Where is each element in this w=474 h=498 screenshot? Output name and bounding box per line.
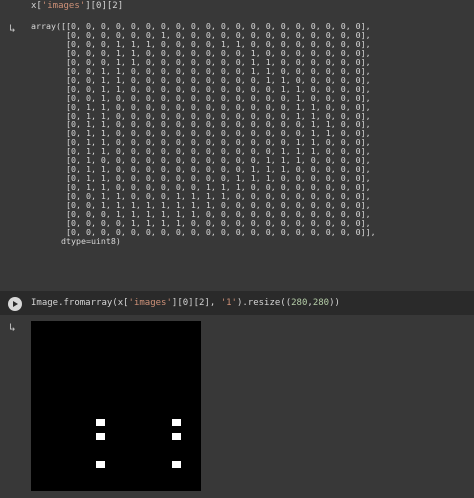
image-pixel: [96, 433, 105, 440]
code-token: ][0][2]: [85, 1, 124, 11]
code-number-token: 280: [312, 298, 330, 308]
output-area-2: ↳: [0, 315, 474, 498]
image-pixel: [96, 419, 105, 426]
image-pixel: [96, 461, 105, 468]
output-redirect-icon: ↳: [9, 321, 16, 334]
image-pixel: [172, 419, 181, 426]
code-token: )): [329, 298, 340, 308]
code-cell-1[interactable]: x['images'][0][2]: [0, 0, 474, 16]
code-string-token: 'images': [41, 1, 86, 11]
image-pixel: [172, 461, 181, 468]
run-cell-button[interactable]: [8, 297, 22, 311]
code-number-token: 280: [291, 298, 308, 308]
output-redirect-icon: ↳: [9, 22, 16, 35]
code-cell-1-source[interactable]: x['images'][0][2]: [31, 0, 123, 12]
code-token: x[: [31, 1, 42, 11]
image-pixel: [172, 433, 181, 440]
code-cell-2[interactable]: Image.fromarray(x['images'][0][2], '1').…: [0, 291, 474, 315]
code-string-token: 'images': [128, 298, 172, 308]
code-token: ).resize((: [236, 298, 292, 308]
code-string-token: '1': [220, 298, 237, 308]
output-area-1: ↳ array([[0, 0, 0, 0, 0, 0, 0, 0, 0, 0, …: [0, 16, 474, 290]
code-token: Image.fromarray(x[: [31, 298, 129, 308]
rendered-image: [31, 321, 201, 491]
code-cell-2-source[interactable]: Image.fromarray(x['images'][0][2], '1').…: [31, 297, 340, 309]
array-output-text: array([[0, 0, 0, 0, 0, 0, 0, 0, 0, 0, 0,…: [31, 21, 376, 246]
code-token: ][0][2],: [171, 298, 221, 308]
